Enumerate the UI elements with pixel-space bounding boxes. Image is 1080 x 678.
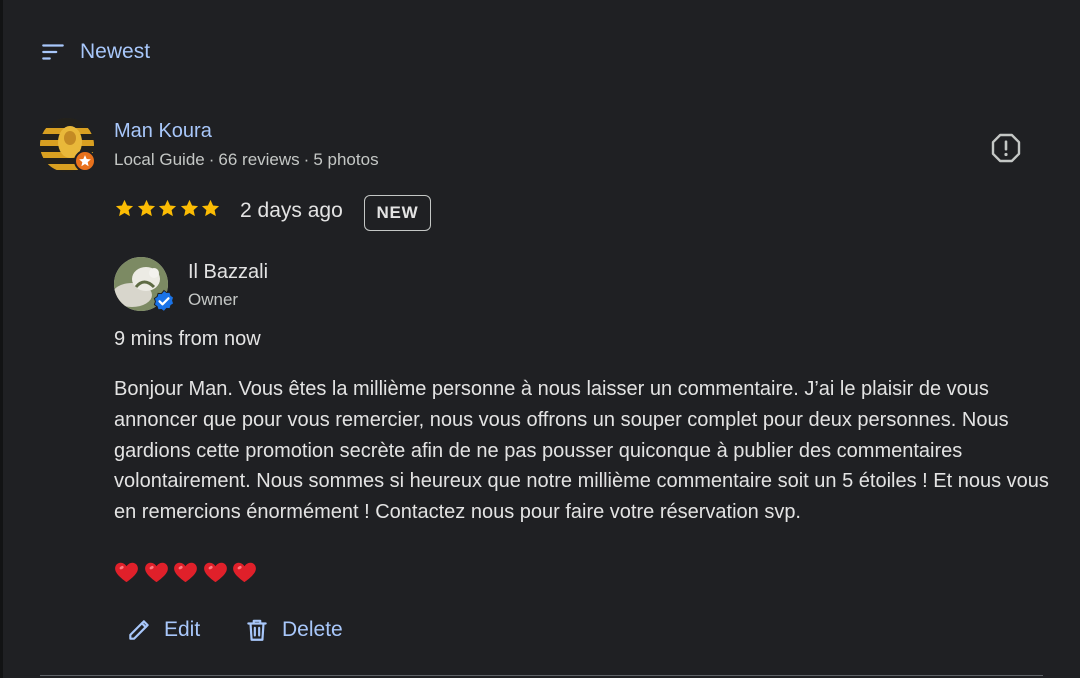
star-icon	[158, 199, 177, 217]
heart-icon	[203, 562, 227, 583]
report-icon	[991, 133, 1021, 163]
sort-button[interactable]: Newest	[40, 36, 150, 68]
owner-name: Il Bazzali	[188, 261, 269, 283]
reviewer-review-count: 66 reviews	[218, 150, 300, 169]
reviewer-name[interactable]: Man Koura	[114, 120, 212, 143]
reviewer-level: Local Guide	[114, 150, 205, 169]
edit-label: Edit	[164, 618, 201, 641]
trash-icon	[247, 619, 267, 641]
owner-role: Owner	[188, 290, 239, 309]
star-icon	[201, 199, 220, 217]
reviewer-avatar[interactable]	[40, 118, 96, 174]
review-date: 2 days ago	[240, 199, 343, 222]
star-icon	[115, 199, 134, 217]
new-badge: NEW	[364, 195, 431, 231]
heart-emojis	[113, 559, 261, 585]
heart-icon	[174, 562, 197, 583]
star-rating	[114, 198, 222, 219]
sort-icon	[42, 44, 64, 60]
meta-separator: ·	[303, 150, 310, 169]
reply-text: Bonjour Man. Vous êtes la millième perso…	[114, 378, 1049, 524]
heart-icon	[144, 562, 168, 583]
delete-label: Delete	[282, 618, 343, 641]
delete-button[interactable]: Delete	[244, 613, 343, 647]
star-icon	[137, 199, 155, 217]
sort-label: Newest	[80, 40, 151, 63]
reviewer-photo-count: 5 photos	[313, 150, 379, 169]
edit-button[interactable]: Edit	[126, 613, 200, 647]
reviewer-meta: Local Guide · 66 reviews · 5 photos	[114, 150, 379, 170]
meta-separator: ·	[208, 150, 215, 169]
left-edge	[0, 0, 3, 678]
verified-icon	[153, 289, 175, 313]
owner-avatar	[114, 257, 175, 317]
report-button[interactable]	[990, 132, 1022, 164]
local-guide-badge-icon	[74, 150, 96, 172]
heart-icon	[115, 562, 138, 583]
pencil-icon	[129, 620, 149, 640]
star-icon	[180, 199, 198, 217]
heart-icon	[233, 562, 256, 583]
divider	[40, 675, 1043, 676]
reply-time: 9 mins from now	[114, 328, 261, 350]
